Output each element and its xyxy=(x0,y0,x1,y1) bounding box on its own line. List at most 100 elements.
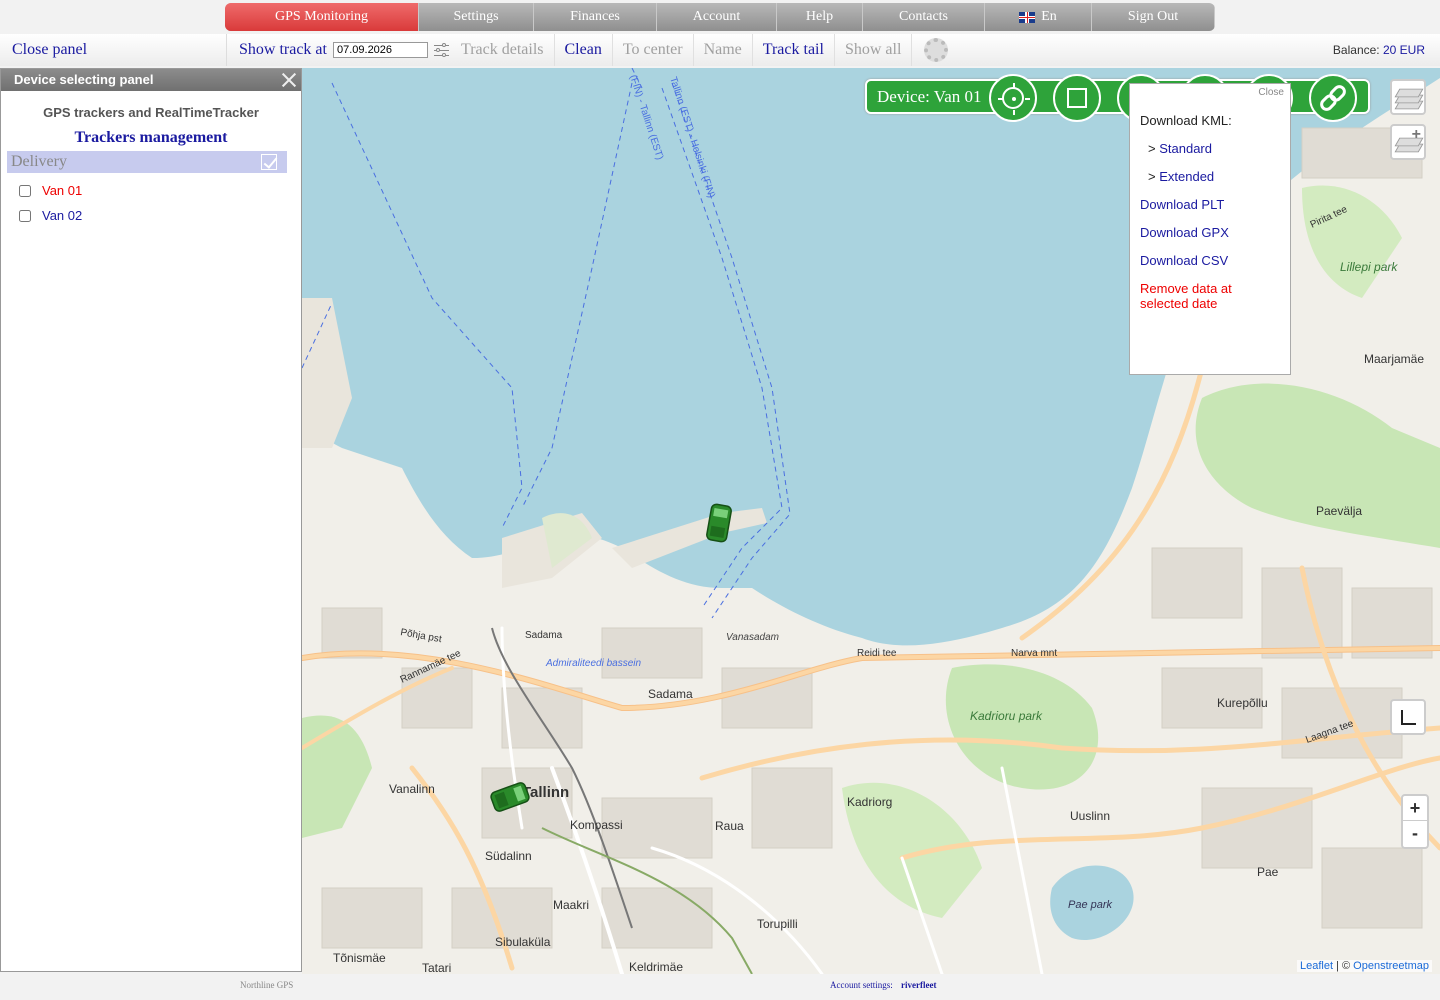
panel-header: Device selecting panel xyxy=(1,69,301,91)
label-pae-park: Pae park xyxy=(1068,899,1113,911)
panel-title: Device selecting panel xyxy=(14,72,154,87)
label-sudalinn: Südalinn xyxy=(485,849,532,863)
device-checkbox[interactable] xyxy=(19,209,31,222)
toolbar: Close panel Show track at Track details … xyxy=(0,34,1440,66)
download-csv-link[interactable]: Download CSV xyxy=(1140,253,1228,268)
label-reidi-tee: Reidi tee xyxy=(857,648,897,659)
zoom-out-button[interactable]: - xyxy=(1403,821,1427,846)
nav-language[interactable]: En xyxy=(985,3,1092,31)
popup-close-button[interactable]: Close xyxy=(1258,87,1284,98)
kml-standard-prefix: > xyxy=(1148,141,1156,156)
show-track-label: Show track at xyxy=(239,41,327,58)
nav-sign-out[interactable]: Sign Out xyxy=(1092,3,1215,31)
nav-language-label: En xyxy=(1041,9,1057,24)
kml-extended-link[interactable]: > Extended xyxy=(1148,169,1214,184)
label-raua: Raua xyxy=(715,819,744,833)
label-pohja-pst: Põhja pst xyxy=(399,627,442,645)
ruler-icon[interactable] xyxy=(1390,699,1426,735)
track-tools: Show track at Track details Clean To cen… xyxy=(226,34,960,66)
zoom-control: + - xyxy=(1401,794,1429,849)
top-navigation: GPS Monitoring Settings Finances Account Hel… xyxy=(225,3,1215,31)
park-area xyxy=(1195,383,1440,548)
nav-contacts[interactable]: Contacts xyxy=(863,3,985,31)
download-gpx-link[interactable]: Download GPX xyxy=(1140,225,1229,240)
label-kompassi: Kompassi xyxy=(570,818,623,832)
label-uuslinn: Uuslinn xyxy=(1070,809,1110,823)
label-paevalja: Paevälja xyxy=(1316,504,1362,518)
nav-settings[interactable]: Settings xyxy=(419,3,534,31)
nav-account[interactable]: Account xyxy=(657,3,777,31)
label-tatari: Tatari xyxy=(422,961,451,974)
label-kadrioru-park: Kadrioru park xyxy=(970,709,1043,723)
nav-account-label: Account xyxy=(692,9,741,24)
close-panel-link[interactable]: Close panel xyxy=(12,41,87,59)
label-kurepollu: Kurepõllu xyxy=(1217,696,1268,710)
footer-brand: Northline GPS xyxy=(240,980,294,990)
park-area xyxy=(302,715,372,838)
device-name[interactable]: Van 01 xyxy=(42,183,82,198)
download-kml-title: Download KML: xyxy=(1140,113,1232,128)
name-button[interactable]: Name xyxy=(694,34,753,66)
device-checkbox[interactable] xyxy=(19,184,31,197)
account-name-link[interactable]: riverfleet xyxy=(901,980,936,990)
remove-data-link[interactable]: Remove data at selected date xyxy=(1140,281,1280,311)
uk-flag-icon xyxy=(1019,11,1036,23)
device-control-bar: Device: Van 01 xyxy=(865,74,1370,122)
label-kadriorg: Kadriorg xyxy=(847,795,892,809)
kml-standard-label[interactable]: Standard xyxy=(1159,141,1212,156)
account-settings-label: Account settings: xyxy=(830,980,893,990)
track-details-button[interactable]: Track details xyxy=(451,34,555,66)
device-selecting-panel: Device selecting panel GPS trackers and … xyxy=(0,68,302,972)
close-icon[interactable] xyxy=(280,71,298,89)
openstreetmap-link[interactable]: Openstreetmap xyxy=(1353,960,1429,972)
download-plt-link[interactable]: Download PLT xyxy=(1140,197,1224,212)
nav-help[interactable]: Help xyxy=(777,3,863,31)
nav-gps-monitoring-label: GPS Monitoring xyxy=(275,9,368,24)
to-center-button[interactable]: To center xyxy=(613,34,694,66)
stop-square-icon[interactable] xyxy=(1053,74,1101,122)
balance-value[interactable]: 20 EUR xyxy=(1383,43,1425,57)
label-lillepi-park: Lillepi park xyxy=(1340,260,1398,274)
trackers-management-link[interactable]: Trackers management xyxy=(1,129,301,147)
label-narva-mnt: Narva mnt xyxy=(1011,648,1057,659)
label-tonismae: Tõnismäe xyxy=(333,951,386,965)
park-area xyxy=(1302,185,1402,298)
balance: Balance: 20 EUR xyxy=(1333,43,1425,57)
kml-standard-link[interactable]: > Standard xyxy=(1148,141,1212,156)
nav-finances[interactable]: Finances xyxy=(534,3,657,31)
device-title: Device: Van 01 xyxy=(877,87,982,106)
label-maarjamae: Maarjamäe xyxy=(1364,352,1424,366)
leaflet-link[interactable]: Leaflet xyxy=(1300,960,1333,972)
nav-contacts-label: Contacts xyxy=(899,9,948,24)
device-row[interactable]: Van 02 xyxy=(1,203,301,228)
device-row[interactable]: Van 01 xyxy=(1,178,301,203)
kml-extended-label[interactable]: Extended xyxy=(1159,169,1214,184)
group-checkbox[interactable] xyxy=(261,154,277,170)
label-vanasadam: Vanasadam xyxy=(726,632,779,643)
label-pae: Pae xyxy=(1257,865,1279,879)
layers-icon[interactable] xyxy=(1390,79,1426,115)
label-keldrimae: Keldrimäe xyxy=(629,960,683,974)
clean-button[interactable]: Clean xyxy=(555,34,613,66)
attribution-separator: | © xyxy=(1333,960,1354,972)
date-settings-icon[interactable] xyxy=(433,42,451,58)
footer-account: Account settings: riverfleet xyxy=(830,980,936,990)
nav-help-label: Help xyxy=(805,9,834,24)
nav-sign-out-label: Sign Out xyxy=(1127,9,1179,24)
gear-icon[interactable] xyxy=(924,38,949,62)
track-tail-button[interactable]: Track tail xyxy=(753,34,835,66)
group-row-delivery[interactable]: Delivery xyxy=(7,151,287,173)
balance-label: Balance: xyxy=(1332,43,1380,57)
link-icon[interactable] xyxy=(1309,74,1357,122)
panel-subtitle: GPS trackers and RealTimeTracker xyxy=(43,105,259,120)
show-all-button[interactable]: Show all xyxy=(835,34,913,66)
device-name[interactable]: Van 02 xyxy=(42,208,82,223)
zoom-in-button[interactable]: + xyxy=(1403,796,1427,821)
nav-gps-monitoring[interactable]: GPS Monitoring xyxy=(225,3,419,31)
locate-icon[interactable] xyxy=(989,74,1037,122)
label-maakri: Maakri xyxy=(553,898,589,912)
track-date-input[interactable] xyxy=(332,42,428,58)
add-layer-icon[interactable]: + xyxy=(1390,124,1426,160)
group-name: Delivery xyxy=(11,153,67,170)
label-torupilli: Torupilli xyxy=(757,917,798,931)
